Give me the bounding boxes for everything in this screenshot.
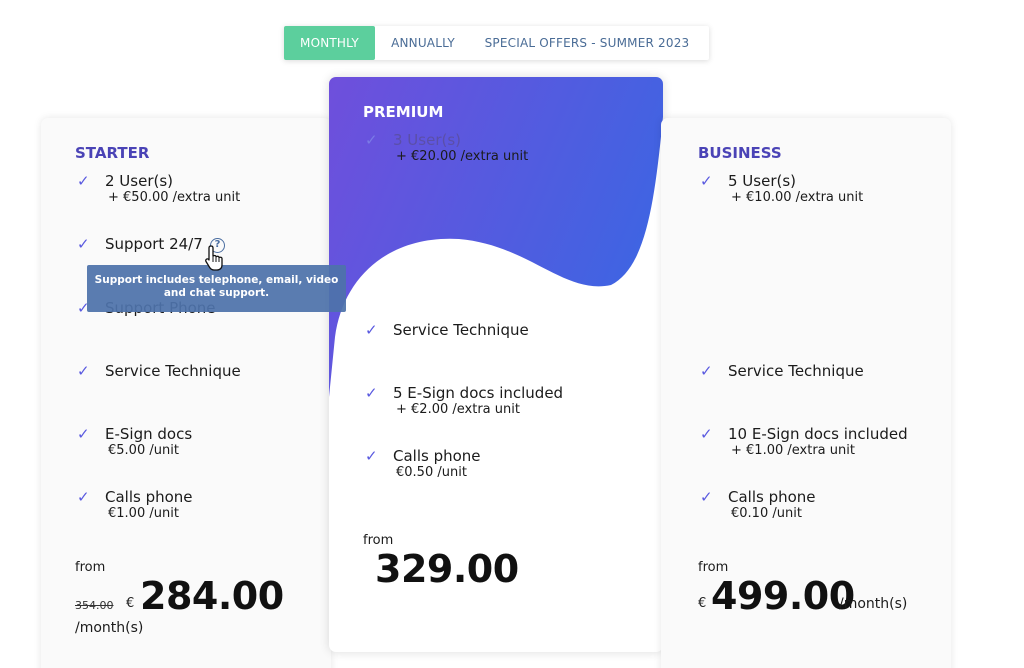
check-icon: ✓ [365,321,378,339]
plan-card-starter[interactable]: STARTER ✓ 2 User(s) + €50.00 /extra unit… [41,118,331,668]
feature-price: + €2.00 /extra unit [396,402,520,417]
check-icon: ✓ [77,362,90,380]
feature-price: + €1.00 /extra unit [731,443,855,458]
feature-label: 3 User(s) [393,131,462,149]
plan-name: PREMIUM [363,103,444,121]
price-period: /month(s) [75,620,144,636]
billing-period-tabs: MONTHLY ANNUALLY SPECIAL OFFERS - SUMMER… [284,26,709,60]
price-from-label: from [363,533,394,548]
tab-annually[interactable]: ANNUALLY [375,26,471,60]
support-tooltip: Support includes telephone, email, video… [87,265,346,312]
plan-card-premium[interactable]: PREMIUM ✓ 3 User(s) + €20.00 /extra unit… [329,77,663,652]
old-price: 354.00 [75,599,114,612]
feature-label: Support 24/7 [105,235,203,253]
feature-label: Calls phone [393,447,481,465]
feature-label: 2 User(s) [105,172,174,190]
feature-price: €5.00 /unit [108,443,179,458]
feature-price: + €10.00 /extra unit [731,190,864,205]
check-icon: ✓ [77,425,90,443]
feature-label: Service Technique [728,362,864,380]
price-from-label: from [698,560,729,575]
premium-header-wave [329,77,663,397]
feature-label: Calls phone [105,488,193,506]
feature-label: 10 E-Sign docs included [728,425,908,443]
feature-price: €0.50 /unit [396,465,467,480]
tooltip-line: and chat support. [163,287,270,299]
feature-label: Service Technique [393,321,529,339]
plan-name: STARTER [75,144,150,162]
plan-name: BUSINESS [698,144,782,162]
currency-symbol: € [126,596,135,611]
feature-label: Calls phone [728,488,816,506]
check-icon: ✓ [77,235,90,253]
check-icon: ✓ [77,172,90,190]
price-value: 329.00 [375,547,519,591]
feature-price: €1.00 /unit [108,506,179,521]
check-icon: ✓ [365,384,378,402]
tooltip-line: Support includes telephone, email, video [94,274,339,286]
check-icon: ✓ [700,425,713,443]
feature-label: 5 User(s) [728,172,797,190]
hand-pointer-icon [205,245,223,271]
check-icon: ✓ [365,447,378,465]
check-icon: ✓ [700,172,713,190]
tab-special-offers[interactable]: SPECIAL OFFERS - SUMMER 2023 [471,26,709,60]
tab-monthly[interactable]: MONTHLY [284,26,375,60]
feature-price: + €50.00 /extra unit [108,190,241,205]
plan-card-business[interactable]: BUSINESS ✓ 5 User(s) + €10.00 /extra uni… [661,118,951,668]
check-icon: ✓ [77,488,90,506]
check-icon: ✓ [365,131,378,149]
feature-label: E-Sign docs [105,425,193,443]
feature-price: + €20.00 /extra unit [396,149,529,164]
price-value: 284.00 [140,574,284,618]
check-icon: ✓ [700,362,713,380]
price-value: 499.00 [711,574,855,618]
currency-symbol: € [698,596,707,611]
feature-price: €0.10 /unit [731,506,802,521]
feature-label: Service Technique [105,362,241,380]
feature-label: 5 E-Sign docs included [393,384,564,402]
price-period: /month(s) [839,596,908,612]
check-icon: ✓ [700,488,713,506]
price-from-label: from [75,560,106,575]
